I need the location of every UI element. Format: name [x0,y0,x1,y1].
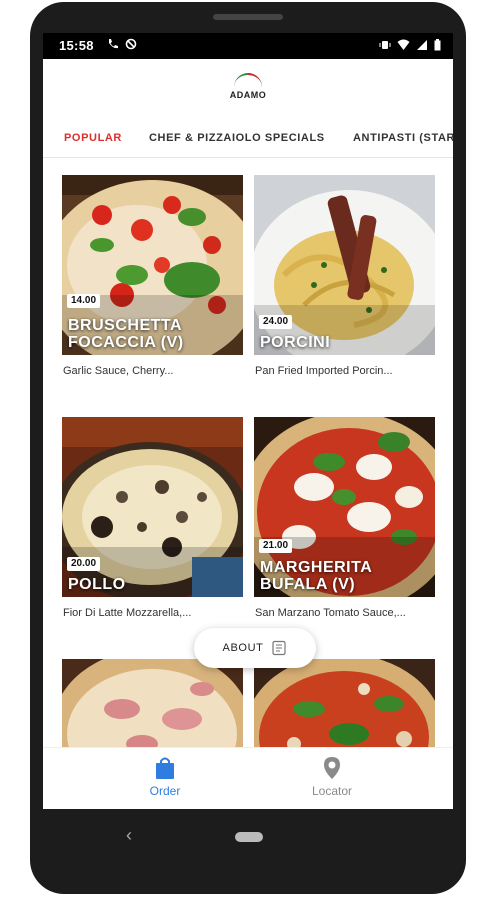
dish-photo: 21.00 MARGHERITA BUFALA (V) [254,417,435,597]
menu-book-icon [272,640,287,656]
menu-card-porcini[interactable]: 24.00 PORCINI Pan Fried Imported Porcin.… [254,175,435,377]
brand-logo[interactable]: ADAMO [226,69,270,113]
price-badge: 20.00 [67,557,101,571]
dish-name: BRUSCHETTA FOCACCIA (V) [68,317,184,351]
status-bar: 15:58 [43,33,453,59]
tab-antipasti[interactable]: ANTIPASTI (STAR [353,123,453,157]
ham-pizza-photo [62,659,243,747]
status-system-icons [379,39,441,51]
blocked-circle-icon [125,38,137,50]
speaker-grille [213,14,283,20]
device-screen: 15:58 ADAMO POPULAR CHEF & PIZZAIOLO SPE… [43,33,453,809]
dish-description: Garlic Sauce, Cherry... [63,365,174,377]
menu-card-pollo[interactable]: 20.00 POLLO Fior Di Latte Mozzarella,... [62,417,243,619]
signal-icon [417,40,427,50]
category-tabs: POPULAR CHEF & PIZZAIOLO SPECIALS ANTIPA… [43,123,453,158]
dish-name: POLLO [68,576,126,593]
menu-card-partial-right[interactable] [254,659,435,747]
app-content: ADAMO POPULAR CHEF & PIZZAIOLO SPECIALS … [43,59,453,809]
menu-card-bruschetta[interactable]: 14.00 BRUSCHETTA FOCACCIA (V) Garlic Sau… [62,175,243,377]
dish-photo: 20.00 POLLO [62,417,243,597]
bottom-navigation: Order Locator [43,747,453,809]
logo-arc-red [248,73,262,89]
nav-locator-label: Locator [311,784,353,798]
location-pin-icon [324,757,340,779]
vibrate-icon [379,41,391,49]
dish-photo [254,659,435,747]
price-badge: 24.00 [259,315,293,329]
shopping-bag-icon [156,757,174,779]
menu-card-partial-left[interactable] [62,659,243,747]
nav-order[interactable]: Order [105,756,225,798]
system-navigation-bar: ‹ [30,809,466,869]
dish-description: Fior Di Latte Mozzarella,... [63,607,192,619]
status-time: 15:58 [59,38,94,53]
system-back-icon[interactable]: ‹ [126,825,132,846]
dish-photo [62,659,243,747]
dish-description: Pan Fried Imported Porcin... [255,365,393,377]
status-notification-icons [107,38,137,50]
nav-locator[interactable]: Locator [272,756,392,798]
menu-card-margherita-bufala[interactable]: 21.00 MARGHERITA BUFALA (V) San Marzano … [254,417,435,619]
app-header: ADAMO [43,59,453,123]
tab-popular[interactable]: POPULAR [63,123,123,157]
system-home-button[interactable] [235,832,263,842]
price-badge: 14.00 [67,294,101,308]
dish-name: MARGHERITA BUFALA (V) [260,559,372,593]
phone-call-icon [109,39,118,49]
dish-photo: 24.00 PORCINI [254,175,435,355]
price-badge: 21.00 [259,539,293,553]
nav-order-label: Order [149,784,181,798]
tab-chef-specials[interactable]: CHEF & PIZZAIOLO SPECIALS [149,123,325,157]
dish-photo: 14.00 BRUSCHETTA FOCACCIA (V) [62,175,243,355]
seafood-pizza-photo [254,659,435,747]
about-label: ABOUT [222,642,264,654]
dish-name: PORCINI [260,334,331,351]
wifi-icon [397,39,410,50]
about-button[interactable]: ABOUT [194,628,316,668]
dish-description: San Marzano Tomato Sauce,... [255,607,406,619]
logo-text: ADAMO [229,90,267,100]
battery-icon [434,39,441,51]
